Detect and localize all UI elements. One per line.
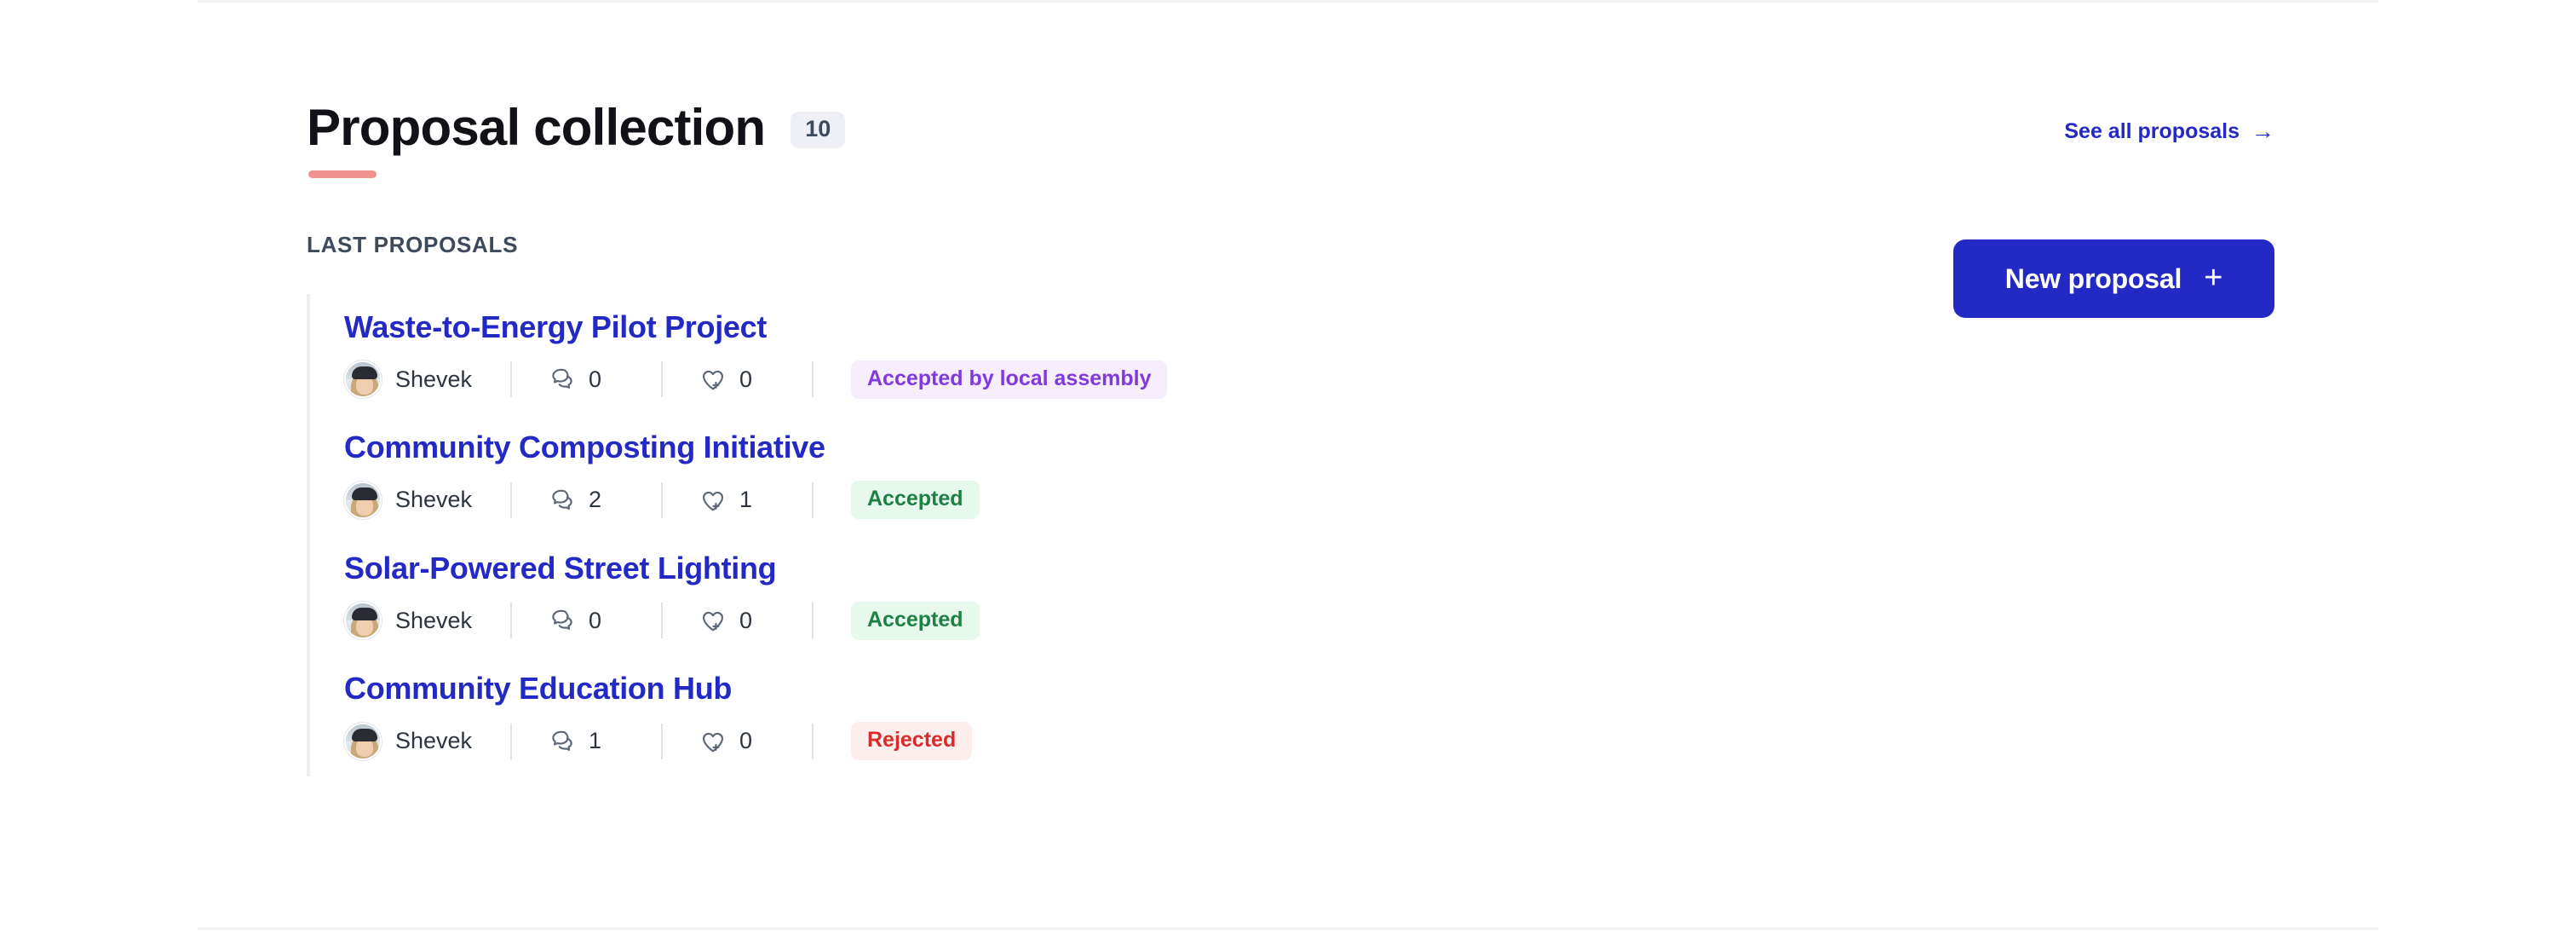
proposal-author-name: Shevek (395, 607, 473, 633)
proposal-author[interactable]: Shevek (344, 360, 510, 399)
proposal-author-name: Shevek (395, 366, 473, 392)
user-avatar (344, 361, 382, 399)
comments-icon (548, 486, 577, 515)
proposal-title-link[interactable]: Waste-to-Energy Pilot Project (344, 309, 1670, 344)
arrow-right-icon: → (2251, 118, 2274, 144)
page-title: Proposal collection (307, 99, 766, 156)
proposal-collection-page: Proposal collection 10 See all proposals… (0, 0, 2576, 946)
proposal-item[interactable]: Community Composting Initiative Shevek 2… (307, 414, 1670, 535)
proposal-endorsements-count: 0 (739, 607, 753, 633)
user-avatar (344, 481, 382, 519)
proposal-endorsements-count: 0 (739, 366, 753, 392)
proposal-item[interactable]: Solar-Powered Street Lighting Shevek 0 0… (307, 534, 1670, 656)
proposal-comments[interactable]: 0 (512, 360, 661, 399)
plus-icon: + (2204, 259, 2223, 296)
heart-plus-icon (699, 727, 727, 756)
heart-plus-icon (699, 606, 727, 635)
proposal-title-link[interactable]: Community Education Hub (344, 671, 1670, 706)
user-avatar (344, 602, 382, 640)
proposal-status: Rejected (814, 722, 973, 761)
status-badge: Accepted (851, 601, 980, 640)
proposal-endorsements[interactable]: 0 (663, 722, 812, 761)
comments-icon (548, 727, 577, 756)
proposal-endorsements-count: 0 (739, 728, 753, 754)
proposal-item[interactable]: Waste-to-Energy Pilot Project Shevek 0 0… (307, 294, 1670, 415)
status-badge: Rejected (851, 722, 973, 761)
proposal-status: Accepted (814, 481, 980, 520)
proposal-status: Accepted by local assembly (814, 360, 1168, 399)
heart-plus-icon (699, 486, 727, 515)
proposal-comments-count: 0 (589, 607, 602, 633)
proposal-title-link[interactable]: Solar-Powered Street Lighting (344, 551, 1670, 585)
proposal-author-name: Shevek (395, 487, 473, 513)
proposal-list: Waste-to-Energy Pilot Project Shevek 0 0… (307, 294, 1670, 776)
proposal-comments-count: 2 (589, 487, 602, 513)
proposal-count-badge: 10 (791, 112, 846, 148)
proposal-status: Accepted (814, 601, 980, 640)
title-group: Proposal collection 10 (307, 99, 846, 178)
comments-icon (548, 606, 577, 635)
see-all-proposals-link[interactable]: See all proposals → (2064, 119, 2274, 144)
proposal-endorsements[interactable]: 0 (663, 360, 812, 399)
proposal-meta-row: Shevek 2 1 Accepted (344, 481, 1670, 520)
proposal-endorsements-count: 1 (739, 487, 753, 513)
proposal-meta-row: Shevek 0 (344, 360, 1670, 399)
new-proposal-label: New proposal (2004, 262, 2182, 294)
proposal-endorsements[interactable]: 0 (663, 601, 812, 640)
proposal-comments[interactable]: 1 (512, 722, 661, 761)
proposal-author[interactable]: Shevek (344, 481, 510, 520)
proposal-comments-count: 0 (589, 366, 602, 392)
proposal-author[interactable]: Shevek (344, 601, 510, 640)
proposal-comments-count: 1 (589, 728, 602, 754)
content-column: Proposal collection 10 See all proposals… (307, 0, 2274, 946)
header-row: Proposal collection 10 See all proposals… (307, 99, 2274, 178)
proposal-comments[interactable]: 2 (512, 481, 661, 520)
comments-icon (548, 365, 577, 394)
status-badge: Accepted (851, 481, 980, 520)
proposal-author[interactable]: Shevek (344, 722, 510, 761)
proposal-meta-row: Shevek 1 0 Rejected (344, 722, 1670, 761)
user-avatar (344, 722, 382, 760)
proposal-endorsements[interactable]: 1 (663, 481, 812, 520)
last-proposals-label: LAST PROPOSALS (307, 232, 519, 257)
proposal-comments[interactable]: 0 (512, 601, 661, 640)
new-proposal-button[interactable]: New proposal + (1953, 239, 2274, 318)
title-underline-accent (308, 170, 377, 178)
heart-plus-icon (699, 365, 727, 394)
see-all-proposals-label: See all proposals (2064, 119, 2240, 143)
proposal-item[interactable]: Community Education Hub Shevek 1 0 Rejec… (307, 655, 1670, 776)
proposal-author-name: Shevek (395, 728, 473, 754)
status-badge: Accepted by local assembly (851, 360, 1168, 399)
proposal-meta-row: Shevek 0 (344, 601, 1670, 640)
proposal-title-link[interactable]: Community Composting Initiative (344, 430, 1670, 464)
